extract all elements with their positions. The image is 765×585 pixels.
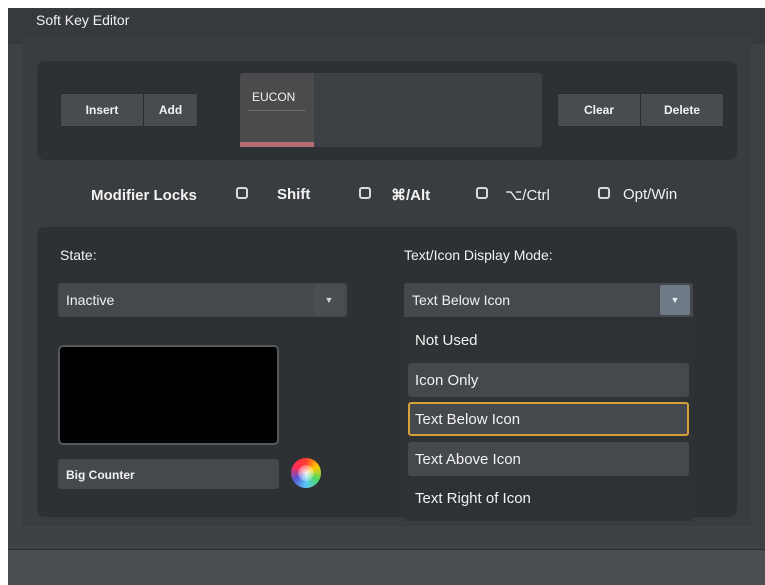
state-select-value: Inactive <box>66 292 115 308</box>
soft-key-divider <box>248 110 306 111</box>
opt-ctrl-label: ⌥/Ctrl <box>505 187 550 204</box>
shift-checkbox[interactable] <box>236 187 248 199</box>
key-name-field[interactable]: Big Counter <box>58 459 279 489</box>
opt-win-checkbox[interactable] <box>598 187 610 199</box>
cmd-alt-label: ⌘/Alt <box>391 187 431 204</box>
key-name-value: Big Counter <box>66 468 135 482</box>
opt-win-label: Opt/Win <box>623 186 678 203</box>
display-mode-select[interactable]: Text Below Icon <box>404 283 693 317</box>
dropdown-option-not-used[interactable]: Not Used <box>408 323 689 357</box>
soft-key-label: EUCON <box>252 90 296 104</box>
state-select-chevron-down-icon[interactable]: ▼ <box>314 285 344 315</box>
display-mode-chevron-down-icon[interactable]: ▼ <box>660 285 690 315</box>
shift-label: Shift <box>277 186 311 203</box>
opt-ctrl-checkbox[interactable] <box>476 187 488 199</box>
dropdown-option-text-right-of-icon[interactable]: Text Right of Icon <box>408 481 689 515</box>
dropdown-option-icon-only[interactable]: Icon Only <box>408 363 689 397</box>
delete-button[interactable]: Delete <box>640 93 724 127</box>
display-mode-label: Text/Icon Display Mode: <box>404 247 553 263</box>
dropdown-option-text-below-icon[interactable]: Text Below Icon <box>408 402 689 436</box>
state-label: State: <box>60 247 97 263</box>
modifier-locks-label: Modifier Locks <box>91 187 197 204</box>
bottom-bar <box>8 549 765 585</box>
color-picker-icon[interactable] <box>291 458 321 488</box>
soft-key-color-bar <box>240 142 314 147</box>
add-button[interactable]: Add <box>143 93 198 127</box>
display-mode-select-value: Text Below Icon <box>412 292 511 308</box>
dropdown-option-text-above-icon[interactable]: Text Above Icon <box>408 442 689 476</box>
cmd-alt-checkbox[interactable] <box>359 187 371 199</box>
clear-button[interactable]: Clear <box>557 93 641 127</box>
window-title: Soft Key Editor <box>36 12 130 28</box>
state-select[interactable]: Inactive <box>58 283 347 317</box>
key-color-swatch[interactable] <box>58 345 279 445</box>
insert-button[interactable]: Insert <box>60 93 144 127</box>
